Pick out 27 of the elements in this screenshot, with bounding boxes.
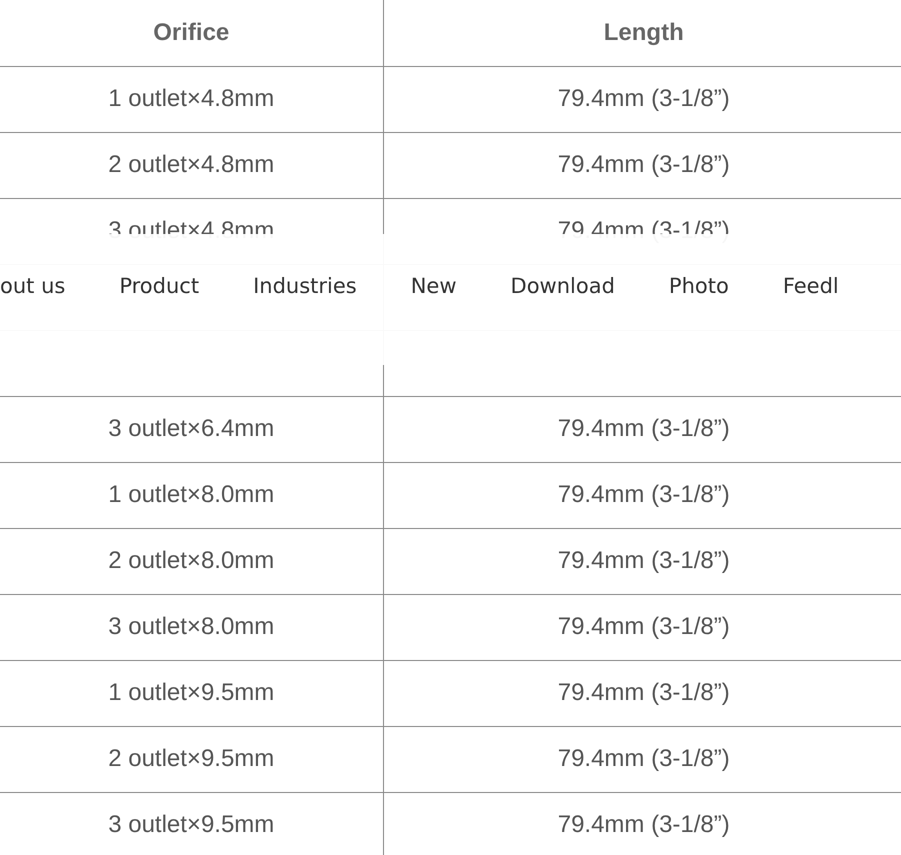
table-cell: 1 outlet×9.5mm [0,660,383,726]
nav-link[interactable]: New [410,271,457,302]
table-cell: 79.4mm (3-1/8”) [383,594,901,660]
nav-link[interactable]: Product [119,271,200,302]
table-cell: 2 outlet×8.0mm [0,528,383,594]
table-cell: 3 outlet×8.0mm [0,594,383,660]
nav-link[interactable]: Download [510,271,615,302]
table-cell: 2 outlet×9.5mm [0,726,383,792]
table-cell: 79.4mm (3-1/8”) [383,66,901,132]
table-cell: 3 outlet×9.5mm [0,792,383,855]
table-cell: 79.4mm (3-1/8”) [383,792,901,855]
table-cell: 79.4mm (3-1/8”) [383,528,901,594]
column-header: Length [383,0,901,66]
nav-link[interactable]: Feedl [782,271,839,302]
table-cell: 1 outlet×4.8mm [0,66,383,132]
table-cell: 3 outlet×6.4mm [0,396,383,462]
table-cell: 79.4mm (3-1/8”) [383,396,901,462]
table-cell: 79.4mm (3-1/8”) [383,660,901,726]
nav-link[interactable]: out us [0,271,66,302]
column-header: Orifice [0,0,383,66]
table-cell: 79.4mm (3-1/8”) [383,726,901,792]
nav-link[interactable]: Industries [253,271,357,302]
table-cell: 1 outlet×8.0mm [0,462,383,528]
nav-link[interactable]: Photo [668,271,729,302]
table-cell: 2 outlet×4.8mm [0,132,383,198]
table-cell: 79.4mm (3-1/8”) [383,462,901,528]
table-cell: 79.4mm (3-1/8”) [383,132,901,198]
